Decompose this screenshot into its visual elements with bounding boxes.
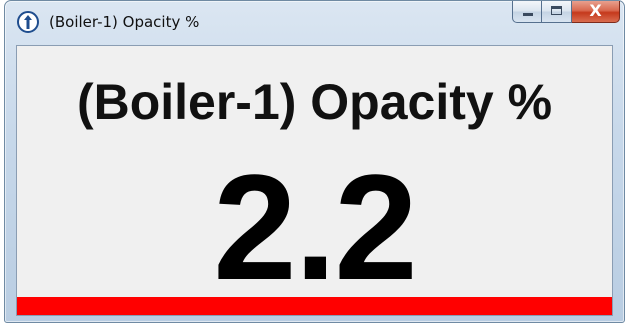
close-button[interactable]: X (572, 1, 620, 23)
display-heading: (Boiler-1) Opacity % (76, 74, 553, 130)
app-window: (Boiler-1) Opacity % X (Boiler-1) Opacit… (4, 0, 625, 323)
maximize-icon (551, 6, 562, 15)
caption-buttons: X (512, 1, 620, 23)
app-logo-icon[interactable] (17, 11, 39, 33)
minimize-icon (523, 13, 533, 16)
app-logo-glyph (24, 15, 32, 29)
window-title: (Boiler-1) Opacity % (49, 13, 200, 31)
opacity-value: 2.2 (213, 143, 418, 311)
display-panel: (Boiler-1) Opacity % 2.2 (16, 45, 613, 316)
status-bar (17, 297, 612, 315)
maximize-button[interactable] (542, 1, 572, 23)
minimize-button[interactable] (512, 1, 542, 23)
close-icon: X (589, 1, 602, 20)
